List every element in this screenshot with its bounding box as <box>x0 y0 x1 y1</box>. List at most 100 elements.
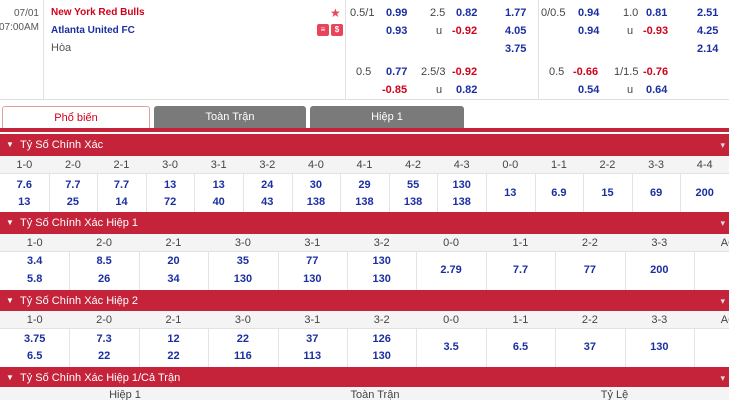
handicap-home-odds[interactable]: -0.66 <box>573 66 598 78</box>
score-odds-value[interactable]: 200 <box>680 187 729 199</box>
score-column-header: 4-0 <box>307 159 324 171</box>
score-odds-value[interactable]: 116 <box>208 350 277 362</box>
handicap-away-odds[interactable]: -0.85 <box>382 84 407 96</box>
score-odds-value[interactable]: 126 <box>347 333 416 345</box>
score-odds-value[interactable]: 6.9 <box>535 187 584 199</box>
score-odds-value[interactable]: 25 <box>49 196 98 208</box>
draw-odds[interactable]: 3.75 <box>505 43 526 55</box>
score-odds-value[interactable]: 130 <box>347 273 416 285</box>
match-time: 07/01 07:00AM <box>0 0 44 100</box>
score-odds-value[interactable]: 7.7 <box>97 179 146 191</box>
score-odds-value[interactable]: 13 <box>486 187 535 199</box>
score-odds-value[interactable]: 7.7 <box>49 179 98 191</box>
column-divider <box>624 329 626 367</box>
score-odds-value[interactable]: 7.3 <box>69 333 138 345</box>
under-odds[interactable]: -0.93 <box>643 25 668 37</box>
over-odds[interactable]: -0.76 <box>643 66 668 78</box>
score-odds-value[interactable]: 37 <box>278 333 347 345</box>
score-odds-value[interactable]: 130 <box>347 350 416 362</box>
score-odds-value[interactable]: 6.5 <box>486 341 555 353</box>
section-correct-score-h2[interactable]: ▼ Tỷ Số Chính Xác Hiệp 2 ▾ <box>0 290 729 312</box>
score-odds-value[interactable]: 24 <box>243 179 292 191</box>
score-odds-value[interactable]: 77 <box>278 255 347 267</box>
score-odds-value[interactable]: 72 <box>146 196 195 208</box>
section-correct-score-h1[interactable]: ▼ Tỷ Số Chính Xác Hiệp 1 ▾ <box>0 212 729 234</box>
home-win-odds[interactable]: 2.51 <box>697 7 718 19</box>
score-odds-value[interactable]: 3.75 <box>0 333 69 345</box>
away-win-odds[interactable]: 4.05 <box>505 25 526 37</box>
score-odds-value[interactable]: 2.79 <box>416 264 485 276</box>
score-odds-value[interactable]: 43 <box>243 196 292 208</box>
favorite-star-icon[interactable]: ★ <box>330 6 341 20</box>
score-column-header: 2-2 <box>581 237 598 249</box>
score-odds-value[interactable]: 37 <box>555 341 624 353</box>
score-odds-value[interactable]: 113 <box>278 350 347 362</box>
handicap-home-odds[interactable]: 0.99 <box>386 7 407 19</box>
score-odds-value[interactable]: 26 <box>69 273 138 285</box>
score-odds-value[interactable]: 15 <box>583 187 632 199</box>
score-odds-value[interactable]: 30 <box>292 179 341 191</box>
score-odds-value[interactable]: 12 <box>139 333 208 345</box>
handicap-away-odds[interactable]: 0.94 <box>578 25 599 37</box>
over-odds[interactable]: 0.82 <box>456 7 477 19</box>
score-odds-value[interactable]: 13 <box>194 179 243 191</box>
score-odds-value[interactable]: 7.6 <box>0 179 49 191</box>
score-odds-value[interactable]: 35 <box>208 255 277 267</box>
handicap-home-odds[interactable]: 0.94 <box>578 7 599 19</box>
score-odds-value[interactable]: 130 <box>278 273 347 285</box>
score-odds-value[interactable]: 138 <box>389 196 438 208</box>
stats-icon[interactable]: ≡ <box>317 24 329 36</box>
odds-icon[interactable]: $ <box>331 24 343 36</box>
over-odds[interactable]: -0.92 <box>452 66 477 78</box>
over-odds[interactable]: 0.81 <box>646 7 667 19</box>
tab-popular[interactable]: Phổ biến <box>2 106 150 128</box>
score-odds-value[interactable]: 5.8 <box>0 273 69 285</box>
score-odds-value[interactable]: 13 <box>146 179 195 191</box>
score-odds-value[interactable]: 55 <box>389 179 438 191</box>
under-odds[interactable]: 0.64 <box>646 84 667 96</box>
home-team[interactable]: New York Red Bulls <box>51 7 145 18</box>
score-odds-value[interactable]: 200 <box>625 264 694 276</box>
score-odds-value[interactable]: 138 <box>437 196 486 208</box>
draw-odds[interactable]: 2.14 <box>697 43 718 55</box>
over-under-line: 2.5/3 <box>421 66 446 78</box>
score-odds-value[interactable]: 130 <box>625 341 694 353</box>
score-column-header: 3-3 <box>648 159 665 171</box>
score-odds-value[interactable]: 22 <box>208 333 277 345</box>
home-win-odds[interactable]: 1.77 <box>505 7 526 19</box>
score-odds-value[interactable]: 22 <box>139 350 208 362</box>
score-odds-value[interactable]: 3.4 <box>0 255 69 267</box>
score-odds-value[interactable]: 3.5 <box>416 341 485 353</box>
under-odds[interactable]: 0.82 <box>456 84 477 96</box>
under-odds[interactable]: -0.92 <box>452 25 477 37</box>
score-odds-value[interactable]: 14 <box>97 196 146 208</box>
score-odds-value[interactable]: 69 <box>632 187 681 199</box>
tab-full-match[interactable]: Toàn Trận <box>154 106 306 128</box>
score-odds-value[interactable]: 13 <box>0 196 49 208</box>
score-odds-value[interactable]: 34 <box>139 273 208 285</box>
score-odds-value[interactable]: 138 <box>292 196 341 208</box>
score-odds-value[interactable]: 130 <box>437 179 486 191</box>
handicap-home-odds[interactable]: 0.77 <box>386 66 407 78</box>
score-odds-value[interactable]: 77 <box>555 264 624 276</box>
tab-first-half[interactable]: Hiệp 1 <box>310 106 464 128</box>
score-odds-value[interactable]: 29 <box>340 179 389 191</box>
section-ht-ft-correct-score[interactable]: ▼ Tỷ Số Chính Xác Hiệp 1/Cả Trận ▾ <box>0 367 729 389</box>
score-odds-value[interactable]: 138 <box>340 196 389 208</box>
score-odds-value[interactable]: 7.7 <box>486 264 555 276</box>
score-odds-value[interactable]: 130 <box>347 255 416 267</box>
score-odds-value[interactable]: 6.5 <box>0 350 69 362</box>
handicap-away-odds[interactable]: 0.54 <box>578 84 599 96</box>
handicap-away-odds[interactable]: 0.93 <box>386 25 407 37</box>
score-odds-value[interactable]: 130 <box>208 273 277 285</box>
score-odds-value[interactable]: 22 <box>69 350 138 362</box>
section-title: Tỷ Số Chính Xác Hiệp 2 <box>20 295 139 307</box>
section-correct-score[interactable]: ▼ Tỷ Số Chính Xác ▾ <box>0 134 729 156</box>
score-odds-value[interactable]: 40 <box>194 196 243 208</box>
score-column-header: 3-2 <box>259 159 276 171</box>
score-odds-value[interactable]: 20 <box>139 255 208 267</box>
column-header: Tỷ Lệ <box>600 389 629 400</box>
away-team[interactable]: Atlanta United FC <box>51 25 135 36</box>
away-win-odds[interactable]: 4.25 <box>697 25 718 37</box>
score-odds-value[interactable]: 8.5 <box>69 255 138 267</box>
